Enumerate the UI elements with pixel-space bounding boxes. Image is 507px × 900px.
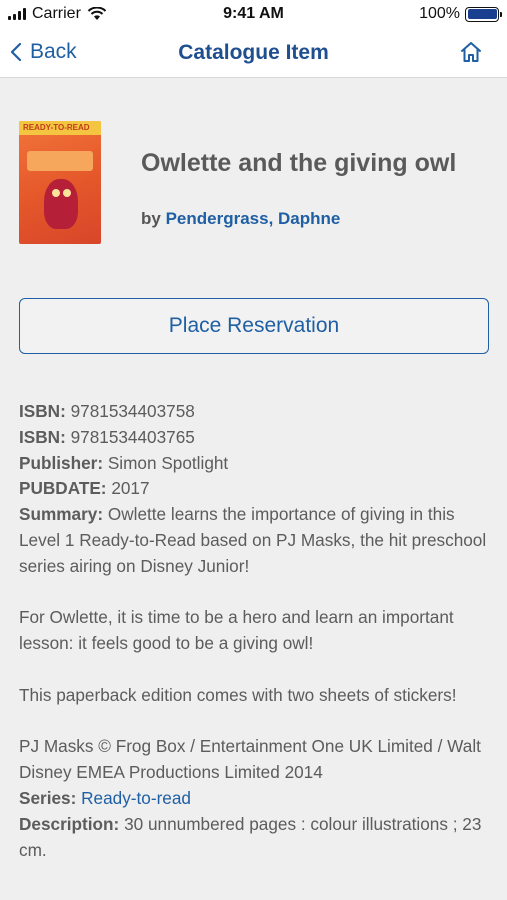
pubdate-row: PUBDATE: 2017 <box>19 476 494 502</box>
summary-paragraph: Summary: Owlette learns the importance o… <box>19 502 494 579</box>
cover-banner-text: READY-TO-READ <box>23 123 90 132</box>
series-link[interactable]: Ready-to-read <box>81 788 191 808</box>
book-header: READY-TO-READ Owlette and the giving owl… <box>19 121 489 245</box>
summary-paragraph: For Owlette, it is time to be a hero and… <box>19 607 454 654</box>
battery-percent: 100% <box>419 5 460 22</box>
publisher-label: Publisher: <box>19 452 104 473</box>
description-row: Description: 30 unnumbered pages : colou… <box>19 812 494 864</box>
book-title: Owlette and the giving owl <box>141 149 457 177</box>
navigation-bar: Back Catalogue Item <box>0 30 507 78</box>
cover-owl-eye <box>63 189 71 197</box>
isbn-value: 9781534403758 <box>70 401 195 421</box>
isbn-label: ISBN: <box>19 426 66 447</box>
by-prefix: by <box>141 209 161 228</box>
battery-fill <box>467 9 497 19</box>
cover-banner: READY-TO-READ <box>19 121 101 135</box>
series-row: Series: Ready-to-read <box>19 786 494 812</box>
status-right: 100% <box>419 5 502 23</box>
home-button[interactable] <box>459 40 483 69</box>
summary-paragraph: This paperback edition comes with two sh… <box>19 684 457 705</box>
status-bar: Carrier 9:41 AM 100% <box>0 0 507 30</box>
publisher-value: Simon Spotlight <box>107 452 229 473</box>
summary-label: Summary: <box>19 504 104 525</box>
pubdate-value: 2017 <box>111 478 150 499</box>
cover-owl-figure <box>44 179 78 229</box>
series-label: Series: <box>19 787 77 808</box>
home-icon <box>461 42 481 62</box>
cover-owl-eye <box>52 189 60 197</box>
isbn-row: ISBN: 9781534403758 <box>19 399 494 425</box>
publisher-row: Publisher: Simon Spotlight <box>19 451 494 477</box>
isbn-row: ISBN: 9781534403765 <box>19 425 494 451</box>
item-details: ISBN: 9781534403758 ISBN: 9781534403765 … <box>19 399 494 863</box>
book-cover-image[interactable]: READY-TO-READ <box>19 121 101 244</box>
author-link[interactable]: Pendergrass, Daphne <box>166 209 341 228</box>
pubdate-label: PUBDATE: <box>19 478 107 499</box>
copyright-paragraph: PJ Masks © Frog Box / Entertainment One … <box>19 736 481 783</box>
isbn-label: ISBN: <box>19 401 66 421</box>
description-label: Description: <box>19 813 120 834</box>
battery-icon <box>465 6 502 22</box>
cover-title-plate <box>27 151 93 171</box>
isbn-value: 9781534403765 <box>70 426 195 447</box>
book-author: by Pendergrass, Daphne <box>141 209 340 229</box>
page-title: Catalogue Item <box>178 41 329 64</box>
place-reservation-button[interactable]: Place Reservation <box>19 298 489 354</box>
